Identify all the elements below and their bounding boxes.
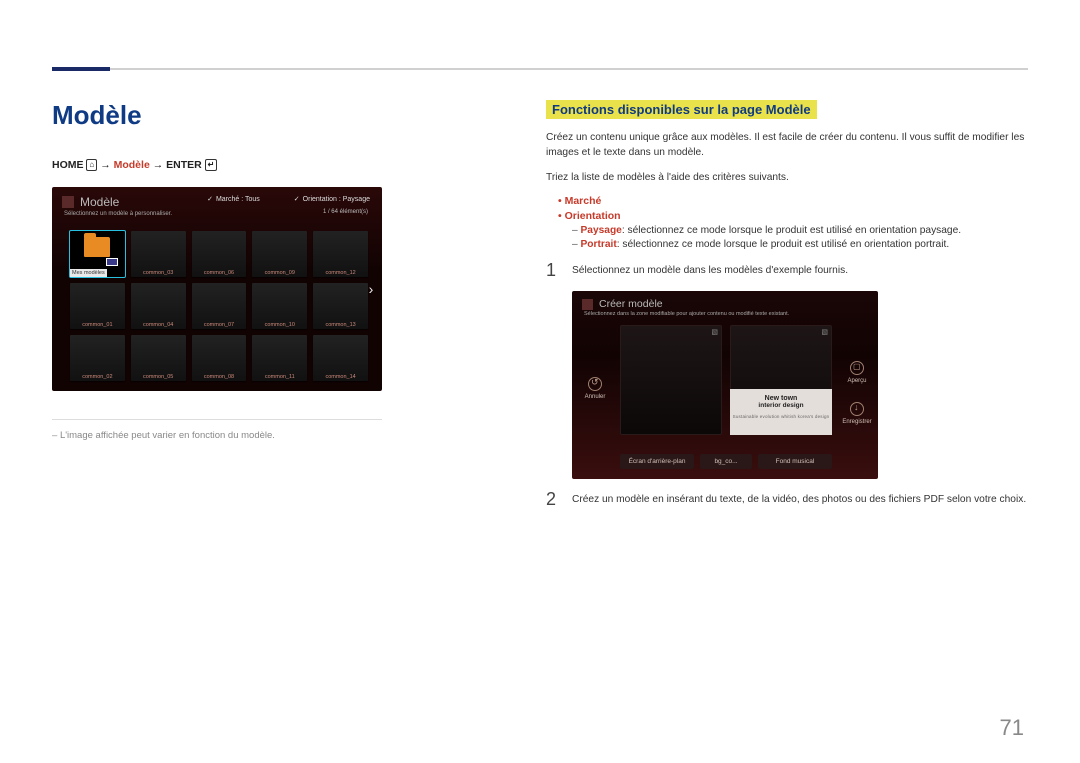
- panel-text-line1: New town: [730, 395, 832, 402]
- thumb-label: common_09: [252, 270, 307, 276]
- intro-text: Créez un contenu unique grâce aux modèle…: [546, 131, 1036, 161]
- right-column: Fonctions disponibles sur la page Modèle…: [546, 100, 1036, 510]
- breadcrumb-home: HOME: [52, 159, 84, 171]
- sub-bullet-portrait: Portrait: sélectionnez ce mode lorsque l…: [572, 239, 1036, 250]
- tab-music[interactable]: Fond musical: [758, 454, 832, 469]
- step-1: 1 Sélectionnez un modèle dans les modèle…: [546, 260, 1036, 281]
- left-action-cancel[interactable]: Annuler: [580, 377, 610, 400]
- image-placeholder-icon: [711, 328, 718, 336]
- step-number: 2: [546, 489, 558, 510]
- right-action-preview[interactable]: Aperçu: [842, 361, 872, 384]
- preview-label: Aperçu: [842, 378, 872, 384]
- divider: [52, 419, 382, 420]
- page-title: Modèle: [52, 100, 382, 131]
- bottom-tabs: Écran d'arrière-plan bg_co... Fond music…: [620, 454, 832, 469]
- thumb-label: common_07: [192, 322, 247, 328]
- app-logo-icon: [62, 196, 74, 208]
- bullet-market: Marché: [558, 195, 1036, 207]
- screenshot-template-grid: Modèle Sélectionnez un modèle à personna…: [52, 187, 382, 391]
- tab-background[interactable]: Écran d'arrière-plan: [620, 454, 694, 469]
- cancel-label: Annuler: [580, 394, 610, 400]
- kw-paysage: Paysage: [581, 225, 622, 236]
- thumb-label: Mes modèles: [70, 269, 107, 277]
- panel-text-line3: Sustainable evolution whitish korea's de…: [730, 414, 832, 419]
- template-thumb[interactable]: common_10: [252, 283, 307, 329]
- cancel-icon: [588, 377, 602, 391]
- filter-orientation[interactable]: Orientation : Paysage: [294, 195, 370, 203]
- breadcrumb-modele: Modèle: [114, 159, 150, 171]
- preview-icon: [850, 361, 864, 375]
- thumb-label: common_04: [131, 322, 186, 328]
- thumb-label: common_08: [192, 374, 247, 380]
- screenshot-create-template: Créer modèle Sélectionnez dans la zone m…: [572, 291, 878, 479]
- save-label: Enregistrer: [842, 419, 872, 425]
- template-thumb[interactable]: common_02: [70, 335, 125, 381]
- sort-intro-text: Triez la liste de modèles à l'aide des c…: [546, 171, 1036, 186]
- create-title: Créer modèle: [599, 298, 663, 310]
- page-number: 71: [1000, 715, 1024, 741]
- create-subtitle: Sélectionnez dans la zone modifiable pou…: [572, 310, 878, 317]
- sub-bullet-paysage: Paysage: sélectionnez ce mode lorsque le…: [572, 225, 1036, 236]
- thumb-label: common_14: [313, 374, 368, 380]
- template-thumb[interactable]: common_04: [131, 283, 186, 329]
- template-thumb[interactable]: common_08: [192, 335, 247, 381]
- panel-text-area[interactable]: New town interior design Sustainable evo…: [730, 389, 832, 435]
- panel-right[interactable]: New town interior design Sustainable evo…: [730, 325, 832, 435]
- template-thumb[interactable]: common_03: [131, 231, 186, 277]
- folder-icon: [84, 237, 110, 257]
- image-placeholder-icon: [821, 328, 828, 336]
- template-thumb[interactable]: common_01: [70, 283, 125, 329]
- template-thumb[interactable]: common_12: [313, 231, 368, 277]
- panel-text-line2: interior design: [730, 402, 832, 409]
- save-icon: [850, 402, 864, 416]
- top-divider: [52, 68, 1028, 70]
- paysage-desc: : sélectionnez ce mode lorsque le produi…: [622, 225, 961, 236]
- filter-market[interactable]: Marché : Tous: [207, 195, 260, 203]
- enter-icon: ↵: [205, 159, 218, 171]
- portrait-desc: : sélectionnez ce mode lorsque le produi…: [617, 239, 949, 250]
- thumb-label: common_10: [252, 322, 307, 328]
- thumb-label: common_03: [131, 270, 186, 276]
- template-grid: Mes modèles common_03 common_06 common_0…: [70, 231, 368, 381]
- kw-portrait: Portrait: [581, 239, 617, 250]
- step-number: 1: [546, 260, 558, 281]
- thumb-label: common_13: [313, 322, 368, 328]
- top-divider-accent: [52, 67, 110, 71]
- template-thumb[interactable]: common_09: [252, 231, 307, 277]
- grid-title: Modèle: [80, 195, 119, 209]
- template-thumb-selected[interactable]: Mes modèles: [70, 231, 125, 277]
- model-variation-note: L'image affichée peut varier en fonction…: [52, 430, 382, 441]
- template-thumb[interactable]: common_05: [131, 335, 186, 381]
- breadcrumb-arrow: →: [100, 159, 113, 171]
- next-page-icon[interactable]: [364, 281, 378, 297]
- mini-template-icon: [106, 258, 118, 266]
- left-column: Modèle HOME ⌂ → Modèle → ENTER ↵ Modèle …: [52, 100, 382, 441]
- app-logo-icon: [582, 299, 593, 310]
- template-thumb[interactable]: common_14: [313, 335, 368, 381]
- breadcrumb: HOME ⌂ → Modèle → ENTER ↵: [52, 159, 382, 171]
- step-text: Créez un modèle en insérant du texte, de…: [572, 489, 1036, 505]
- grid-count: 1 / 64 élément(s): [323, 209, 368, 215]
- step-text: Sélectionnez un modèle dans les modèles …: [572, 260, 1036, 276]
- thumb-label: common_06: [192, 270, 247, 276]
- right-action-save[interactable]: Enregistrer: [842, 402, 872, 425]
- thumb-label: common_05: [131, 374, 186, 380]
- breadcrumb-arrow2: →: [153, 159, 166, 171]
- template-canvas: New town interior design Sustainable evo…: [620, 325, 832, 435]
- panel-left[interactable]: [620, 325, 722, 435]
- breadcrumb-enter: ENTER: [166, 159, 202, 171]
- template-thumb[interactable]: common_11: [252, 335, 307, 381]
- thumb-label: common_12: [313, 270, 368, 276]
- thumb-label: common_02: [70, 374, 125, 380]
- template-thumb[interactable]: common_07: [192, 283, 247, 329]
- bullet-orientation: Orientation: [558, 210, 1036, 222]
- step-2: 2 Créez un modèle en insérant du texte, …: [546, 489, 1036, 510]
- thumb-label: common_01: [70, 322, 125, 328]
- section-heading: Fonctions disponibles sur la page Modèle: [546, 100, 817, 119]
- template-thumb[interactable]: common_06: [192, 231, 247, 277]
- thumb-label: common_11: [252, 374, 307, 380]
- template-thumb[interactable]: common_13: [313, 283, 368, 329]
- tab-bgco[interactable]: bg_co...: [700, 454, 752, 469]
- home-icon: ⌂: [86, 159, 97, 171]
